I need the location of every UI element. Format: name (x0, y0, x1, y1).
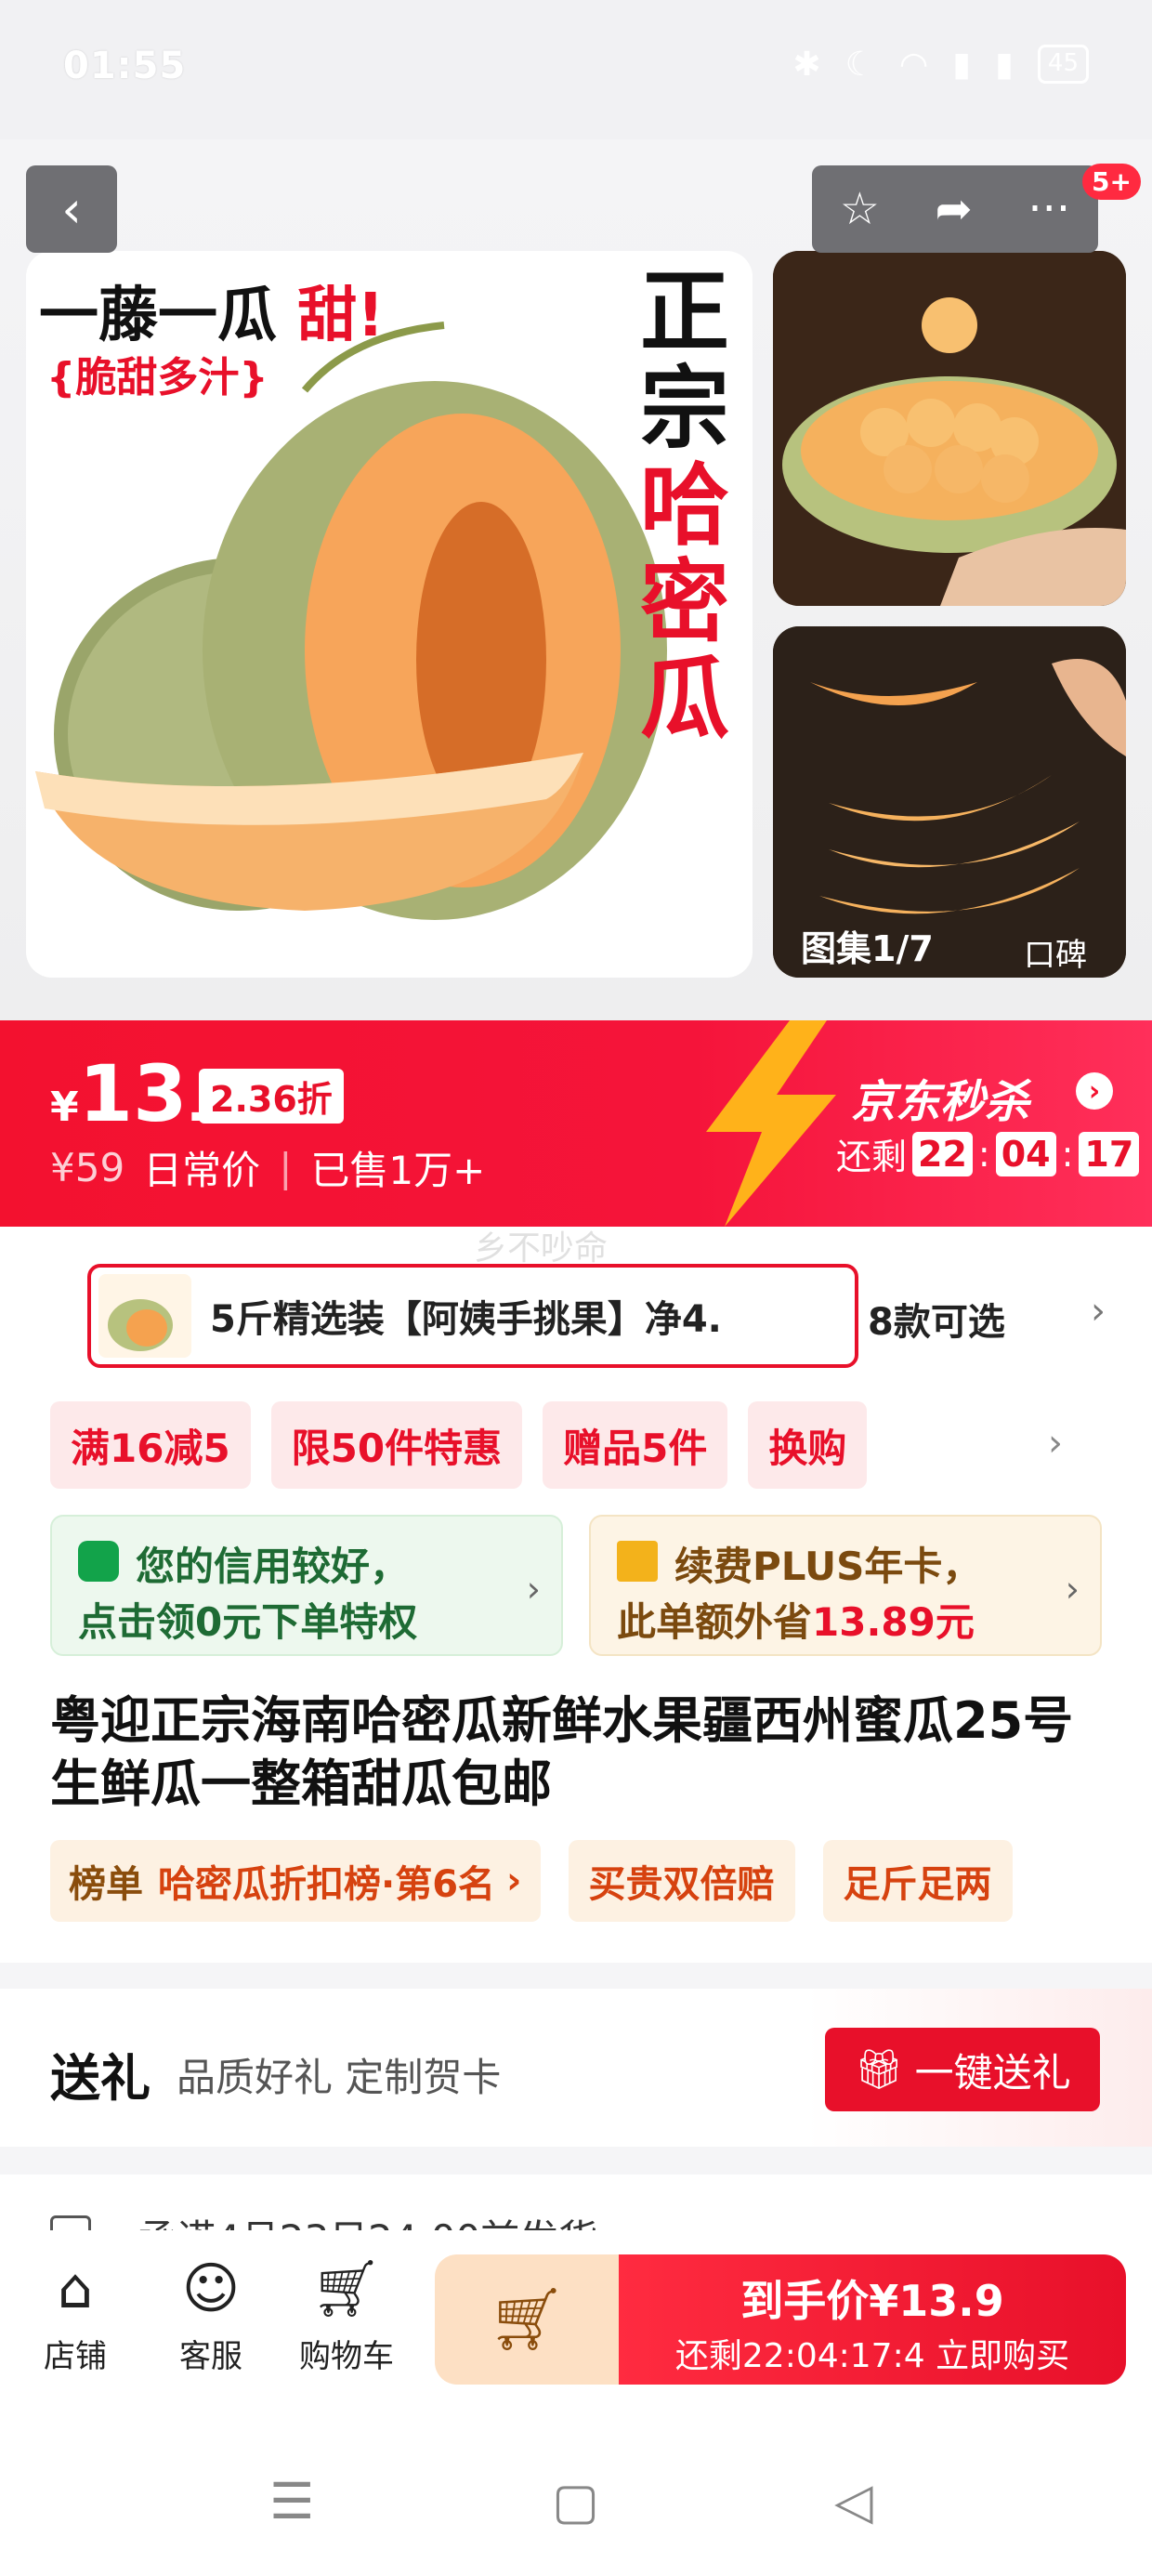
home-icon[interactable]: ▢ (552, 2472, 599, 2530)
price-banner: ¥13.9 2.36折 ¥59 日常价 | 已售1万+ 京东秒杀 › 还剩 22… (0, 1020, 1152, 1227)
battery-icon: 45 (1037, 45, 1089, 84)
share-icon[interactable]: ➦ (936, 183, 973, 235)
discount-tag: 2.36折 (199, 1069, 344, 1124)
plus-line-2: 此单额外省13.89元 (617, 1599, 975, 1645)
shop-button[interactable]: ⌂ 店铺 (15, 2256, 136, 2376)
section-divider (0, 1963, 1152, 1989)
gift-section: 送礼 品质好礼 定制贺卡 🎁︎ 一键送礼 (0, 1989, 1152, 2147)
variant-thumbnail (98, 1274, 191, 1358)
smile-icon: ☺ (181, 2256, 241, 2321)
bluetooth-icon: ✱ (792, 45, 821, 84)
chevron-left-icon: ‹ (61, 179, 82, 239)
rank-label: 榜单 (69, 1863, 143, 1906)
seckill-title[interactable]: 京东秒杀 (851, 1065, 1029, 1130)
signal-4g-icon: ▮ (995, 45, 1014, 84)
countdown-hours: 22 (912, 1131, 973, 1176)
gallery-counter: 图集1/7 (801, 928, 934, 969)
countdown-minutes: 04 (995, 1131, 1056, 1176)
original-price-label: 日常价 (143, 1148, 261, 1193)
send-gift-button[interactable]: 🎁︎ 一键送礼 (825, 2028, 1100, 2111)
credit-line-1: 您的信用较好， (136, 1544, 410, 1589)
chevron-right-icon[interactable]: › (1076, 1072, 1113, 1110)
chevron-right-icon: › (506, 1860, 522, 1902)
more-icon[interactable]: ··· (1028, 183, 1070, 235)
crown-icon (617, 1541, 658, 1582)
countdown: 还剩 22: 04: 17 (836, 1128, 1140, 1179)
cart-button[interactable]: 🛒︎ 购物车 (286, 2256, 407, 2376)
product-tags: 榜单 哈密瓜折扣榜·第6名 › 买贵双倍赔 足斤足两 (50, 1840, 1013, 1922)
gallery-thumbnail[interactable] (773, 251, 1126, 606)
promo-tag[interactable]: 赠品5件 (543, 1401, 728, 1489)
price-subline: ¥59 日常价 | 已售1万+ (50, 1139, 485, 1196)
signal-4g-icon: ▮ (952, 45, 972, 84)
top-actions: ☆ ➦ ··· (812, 165, 1098, 253)
cart-label: 购物车 (299, 2338, 394, 2375)
melon-balls-image (773, 251, 1126, 606)
system-navigation-bar: ☰ ▢ ◁ (0, 2416, 1152, 2576)
countdown-label: 还剩 (836, 1137, 908, 1177)
cart-icon: 🛒︎ (310, 2256, 383, 2321)
gift-title: 送礼 (50, 2049, 151, 2108)
chevron-right-icon[interactable]: › (1048, 1422, 1063, 1465)
message-badge: 5+ (1082, 164, 1141, 200)
buy-price: 到手价¥13.9 (740, 2276, 1004, 2326)
send-gift-label: 一键送礼 (914, 2049, 1071, 2096)
promo-tags: 满16减5 限50件特惠 赠品5件 换购 (50, 1401, 868, 1489)
sold-count: 已售1万+ (310, 1148, 486, 1193)
chevron-right-icon: › (1065, 1569, 1080, 1610)
vertical-title: 正宗 哈密瓜 (640, 260, 729, 751)
cart-plus-icon: 🛒︎ (488, 2283, 566, 2355)
store-icon: ⌂ (57, 2256, 94, 2321)
promo-tag[interactable]: 换购 (748, 1401, 868, 1489)
countdown-seconds: 17 (1079, 1131, 1140, 1176)
back-triangle-icon[interactable]: ◁ (834, 2472, 873, 2530)
product-title: 粤迎正宗海南哈密瓜新鲜水果疆西州蜜瓜25号生鲜瓜一整箱甜瓜包邮 (50, 1691, 1074, 1813)
bottom-action-bar: ⌂ 店铺 ☺ 客服 🛒︎ 购物车 🛒︎ 到手价¥13.9 还剩22:04:17:… (0, 2230, 1152, 2398)
watermark: 乡不吵命 (474, 1229, 609, 1268)
chevron-right-icon[interactable]: › (1091, 1290, 1106, 1333)
back-button[interactable]: ‹ (26, 165, 117, 253)
plus-line-1: 续费PLUS年卡， (674, 1544, 982, 1589)
promo-tag[interactable]: 限50件特惠 (270, 1401, 523, 1489)
guarantee-tag[interactable]: 足斤足两 (822, 1840, 1013, 1922)
status-icons: ✱ ☾ ◠ ▮ ▮ 45 (792, 45, 1089, 84)
shopping-bag-icon (78, 1541, 119, 1582)
buy-now-button[interactable]: 到手价¥13.9 还剩22:04:17:4 立即购买 (619, 2254, 1126, 2385)
main-product-image[interactable]: 一藤一瓜 甜! {脆甜多汁} 正宗 哈密瓜 (26, 251, 753, 978)
variant-label: 5斤精选装【阿姨手挑果】净4. (210, 1298, 722, 1341)
add-to-cart-button[interactable]: 🛒︎ (435, 2254, 619, 2385)
guarantee-tag[interactable]: 买贵双倍赔 (568, 1840, 795, 1922)
plus-membership-card[interactable]: 续费PLUS年卡， 此单额外省13.89元 › (589, 1515, 1102, 1656)
slogan-line-2: {脆甜多汁} (46, 354, 268, 401)
buy-countdown: 还剩22:04:17:4 立即购买 (674, 2337, 1070, 2375)
credit-privilege-card[interactable]: 您的信用较好， 点击领0元下单特权 › (50, 1515, 563, 1656)
section-divider (0, 2147, 1152, 2175)
promo-tag[interactable]: 满16减5 (50, 1401, 251, 1489)
lightning-icon (706, 1020, 836, 1227)
gift-subtitle: 品质好礼 定制贺卡 (177, 2055, 502, 2100)
divider: | (279, 1145, 293, 1190)
chevron-right-icon: › (526, 1569, 541, 1610)
rank-tag[interactable]: 榜单 哈密瓜折扣榜·第6名 › (50, 1840, 541, 1922)
status-bar: 01:55 ✱ ☾ ◠ ▮ ▮ 45 (0, 0, 1152, 139)
rank-value: 哈密瓜折扣榜·第6名 (158, 1863, 496, 1906)
credit-line-2: 点击领0元下单特权 (78, 1599, 418, 1645)
original-price: ¥59 (50, 1145, 125, 1190)
variant-option-selected[interactable]: 5斤精选装【阿姨手挑果】净4. (87, 1264, 858, 1368)
review-label[interactable]: 口碑 (1024, 929, 1087, 975)
wifi-icon: ◠ (898, 45, 929, 84)
shop-label: 店铺 (44, 2338, 107, 2375)
status-time: 01:55 (63, 45, 187, 87)
service-label: 客服 (179, 2338, 242, 2375)
menu-icon[interactable]: ☰ (269, 2472, 314, 2530)
moon-icon: ☾ (844, 45, 875, 84)
star-icon[interactable]: ☆ (840, 183, 880, 235)
customer-service-button[interactable]: ☺ 客服 (151, 2256, 271, 2376)
slogan-line-1: 一藤一瓜 甜! (39, 282, 385, 350)
variant-selector: 5斤精选装【阿姨手挑果】净4. 8款可选 › (50, 1264, 1128, 1368)
gift-icon: 🎁︎ (854, 2046, 904, 2092)
more-variants[interactable]: 8款可选 (868, 1292, 1005, 1346)
